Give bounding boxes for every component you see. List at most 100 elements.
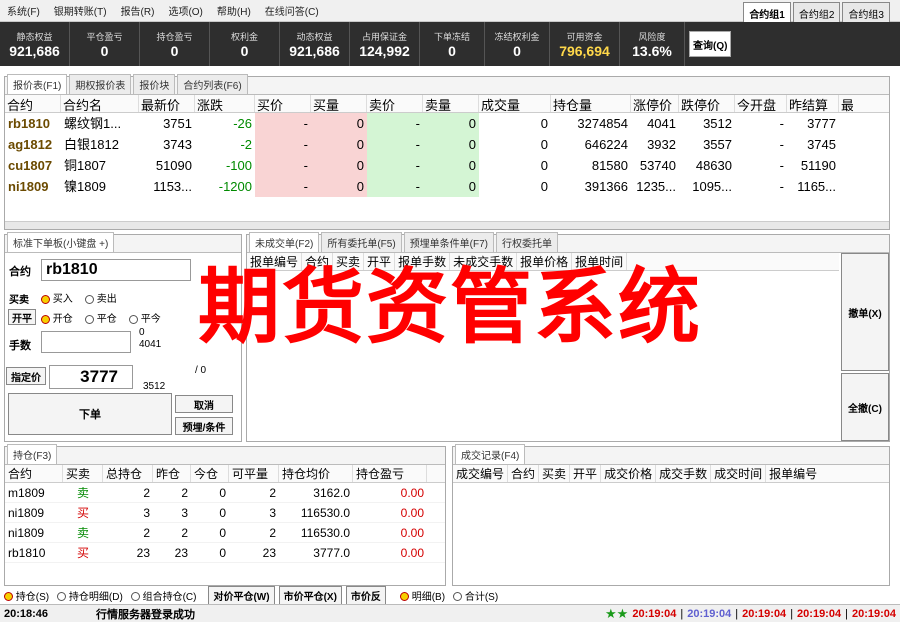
col-trade-contract[interactable]: 合约 xyxy=(508,465,540,482)
tab-exercise-orders[interactable]: 行权委托单 xyxy=(496,232,559,252)
quantity-input[interactable] xyxy=(41,331,131,353)
col-order-side[interactable]: 买卖 xyxy=(333,253,365,270)
price-input[interactable]: 3777 xyxy=(49,365,133,389)
cancel-all-button[interactable]: 全撤(C) xyxy=(841,373,889,441)
contract-input[interactable]: rb1810 xyxy=(41,259,191,281)
col-pos-closable[interactable]: 可平量 xyxy=(229,465,279,482)
radio-trade-total[interactable]: 合计(S) xyxy=(453,588,498,603)
quote-open-interest: 81580 xyxy=(591,158,628,173)
cancel-order-button[interactable]: 撤单(X) xyxy=(841,253,889,371)
col-prev-settle[interactable]: 昨结算 xyxy=(787,95,839,112)
col-change[interactable]: 涨跌 xyxy=(195,95,255,112)
col-pos-contract[interactable]: 合约 xyxy=(5,465,63,482)
buy-radio[interactable]: 买入 xyxy=(41,290,73,305)
col-last[interactable]: 最新价 xyxy=(139,95,195,112)
price-type-label[interactable]: 指定价 xyxy=(6,367,46,385)
col-pos-pnl[interactable]: 持仓盈亏 xyxy=(353,465,427,482)
col-trade-order-id[interactable]: 报单编号 xyxy=(766,465,820,482)
close-today-radio[interactable]: 平今 xyxy=(129,310,161,325)
col-trade-time[interactable]: 成交时间 xyxy=(711,465,767,482)
cancel-button[interactable]: 取消 xyxy=(175,395,233,413)
position-row[interactable]: m1809 卖 2 2 0 2 3162.0 0.00 xyxy=(5,483,445,503)
close-today-label: 平今 xyxy=(140,314,161,325)
col-order-contract[interactable]: 合约 xyxy=(302,253,334,270)
quote-row[interactable]: rb1810 螺纹钢1... 3751 -26-0-0 0 3274854 4041 3512… xyxy=(5,113,889,134)
tab-trades[interactable]: 成交记录(F4) xyxy=(455,444,526,464)
tab-all-orders[interactable]: 所有委托单(F5) xyxy=(321,232,402,252)
submit-order-button[interactable]: 下单 xyxy=(8,393,172,435)
col-order-price[interactable]: 报单价格 xyxy=(517,253,573,270)
col-limit-up[interactable]: 涨停价 xyxy=(631,95,679,112)
menu-bank-transfer[interactable]: 银期转账(T) xyxy=(47,3,114,18)
col-bid[interactable]: 买价 xyxy=(255,95,311,112)
col-trade-side[interactable]: 买卖 xyxy=(539,465,571,482)
quote-scrollbar[interactable] xyxy=(5,221,889,229)
pos-closable: 2 xyxy=(269,525,276,540)
quote-row[interactable]: cu1807 铜1807 51090 -100-0-0 0 81580 53740 48630… xyxy=(5,155,889,176)
sell-radio[interactable]: 卖出 xyxy=(85,290,117,305)
tab-option-quotes[interactable]: 期权报价表 xyxy=(69,74,132,94)
quote-row[interactable]: ni1809 镍1809 1153... -1200-0-0 0 391366 1235..… xyxy=(5,176,889,197)
preorder-button[interactable]: 预埋/条件 xyxy=(175,417,233,435)
tab-group-1[interactable]: 合约组1 xyxy=(743,2,791,24)
close-radio[interactable]: 平仓 xyxy=(85,310,117,325)
menu-online-qa[interactable]: 在线问答(C) xyxy=(258,3,326,18)
col-volume[interactable]: 成交量 xyxy=(479,95,551,112)
col-trade-price[interactable]: 成交价格 xyxy=(601,465,657,482)
ladder-right: / 0 xyxy=(195,365,207,376)
tab-quote-table[interactable]: 报价表(F1) xyxy=(7,74,68,94)
col-trade-openclose[interactable]: 开平 xyxy=(570,465,602,482)
col-order-qty[interactable]: 报单手数 xyxy=(395,253,451,270)
position-row[interactable]: rb1810 买 23 23 0 23 3777.0 0.00 xyxy=(5,543,445,563)
col-pos-side[interactable]: 买卖 xyxy=(63,465,103,482)
radio-positions[interactable]: 持仓(S) xyxy=(4,588,49,603)
tab-standard-order[interactable]: 标准下单板(小键盘 +) xyxy=(7,232,115,252)
col-ask-vol[interactable]: 卖量 xyxy=(423,95,479,112)
col-order-openclose[interactable]: 开平 xyxy=(364,253,396,270)
radio-trade-detail[interactable]: 明细(B) xyxy=(399,588,445,603)
position-row[interactable]: ni1809 买 3 3 0 3 116530.0 0.00 xyxy=(5,503,445,523)
col-contract[interactable]: 合约 xyxy=(5,95,61,112)
open-radio[interactable]: 开仓 xyxy=(41,310,73,325)
col-order-time[interactable]: 报单时间 xyxy=(572,253,628,270)
col-limit-down[interactable]: 跌停价 xyxy=(679,95,735,112)
radio-position-detail[interactable]: 持仓明细(D) xyxy=(57,588,123,603)
col-order-id[interactable]: 报单编号 xyxy=(247,253,303,270)
tab-positions[interactable]: 持仓(F3) xyxy=(7,444,58,464)
radio-combo-positions[interactable]: 组合持仓(C) xyxy=(130,588,196,603)
quote-tabs: 报价表(F1) 期权报价表 报价块 合约列表(F6) xyxy=(5,74,889,95)
position-row[interactable]: ni1809 卖 2 2 0 2 116530.0 0.00 xyxy=(5,523,445,543)
col-pos-yesterday[interactable]: 昨仓 xyxy=(153,465,191,482)
col-bid-vol[interactable]: 买量 xyxy=(311,95,367,112)
col-open-interest[interactable]: 持仓量 xyxy=(551,95,631,112)
market-reverse-button[interactable]: 市价反 xyxy=(345,585,386,605)
col-ask[interactable]: 卖价 xyxy=(367,95,423,112)
col-open[interactable]: 今开盘 xyxy=(735,95,787,112)
col-pos-total[interactable]: 总持仓 xyxy=(103,465,153,482)
account-frozen-premium: 冻结权利金 0 xyxy=(485,22,550,66)
col-name[interactable]: 合约名 xyxy=(61,95,139,112)
col-more[interactable]: 最 xyxy=(839,95,853,112)
close-at-counter-button[interactable]: 对价平仓(W) xyxy=(208,585,275,605)
query-button[interactable]: 查询(Q) xyxy=(689,31,732,57)
menu-options[interactable]: 选项(O) xyxy=(161,3,209,18)
menu-system[interactable]: 系统(F) xyxy=(0,3,47,18)
account-static-equity: 静态权益 921,686 xyxy=(0,22,70,66)
close-at-market-button[interactable]: 市价平仓(X) xyxy=(278,585,342,605)
col-pos-avg[interactable]: 持仓均价 xyxy=(279,465,353,482)
col-trade-qty[interactable]: 成交手数 xyxy=(656,465,712,482)
tab-group-3[interactable]: 合约组3 xyxy=(842,2,890,24)
col-pos-today[interactable]: 今仓 xyxy=(191,465,229,482)
col-order-unfilled[interactable]: 未成交手数 xyxy=(450,253,518,270)
tab-quote-block[interactable]: 报价块 xyxy=(133,74,176,94)
menu-report[interactable]: 报告(R) xyxy=(114,3,162,18)
tab-conditional-orders[interactable]: 预埋单条件单(F7) xyxy=(403,232,495,252)
account-position-pnl: 持仓盈亏 0 xyxy=(140,22,210,66)
tab-unfilled-orders[interactable]: 未成交单(F2) xyxy=(249,232,320,252)
col-trade-id[interactable]: 成交编号 xyxy=(453,465,509,482)
quote-row[interactable]: ag1812 白银1812 3743 -2-0-0 0 646224 3932 3557-37… xyxy=(5,134,889,155)
tab-contract-list[interactable]: 合约列表(F6) xyxy=(177,74,248,94)
menu-help[interactable]: 帮助(H) xyxy=(210,3,258,18)
tab-group-2[interactable]: 合约组2 xyxy=(792,2,841,24)
quote-table-header: 合约 合约名 最新价 涨跌 买价 买量 卖价 卖量 成交量 持仓量 涨停价 跌停… xyxy=(5,95,889,113)
